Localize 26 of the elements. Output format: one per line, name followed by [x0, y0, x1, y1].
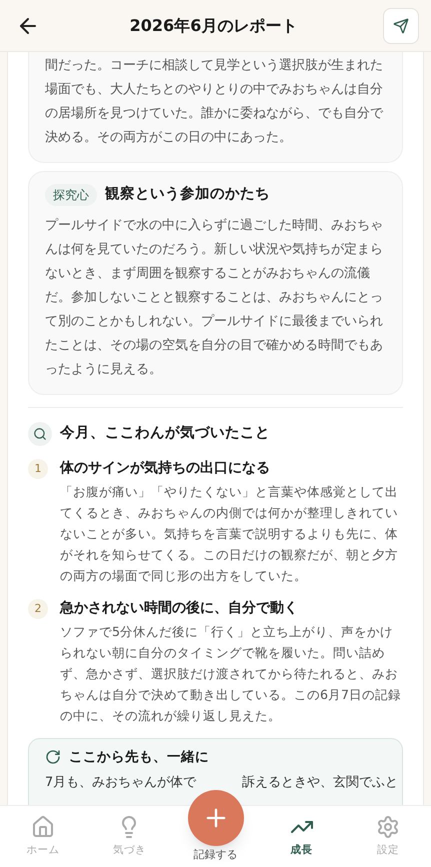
nav-label: 記録する [194, 847, 238, 863]
nav-tab[interactable]: 設定 [344, 806, 431, 867]
nav-tab[interactable]: 成長 [258, 806, 345, 867]
send-icon [392, 18, 409, 34]
refresh-icon [45, 749, 61, 766]
section-title: 今月、ここわんが気づいたこと [60, 424, 270, 444]
home-icon [31, 814, 56, 839]
finding-title: 体のサインが気持ちの出口になる [60, 459, 271, 478]
nav-tab[interactable]: ホーム [0, 806, 86, 867]
card-text: プールサイドで水の中に入らずに過ごした時間、みおちゃんは何を見ていたのだろう。新しい状況や気持ちが定まらないとき、まず周囲を観察することがみおちゃんの流儀だ。参加しないことと観察することは、みおちゃんにとって別のことかもしれない。プールサイドに最後までいられたことは、その場の空気を自分の目で確かめる時間でもあったように見える。 [45, 217, 384, 379]
number-badge: 1 [28, 459, 48, 479]
search-icon [28, 422, 52, 446]
finding-text: 「お腹が痛い」「やりたくない」と言葉や体感覚として出てくるとき、みおちゃんの内側では何かが整理しきれていないことが多い。気持ちを言葉で説明するよりも先に、体がそれを知らせてくる。この日だけの観察だが、朝と夕方の両方の場面で同じ形の出方をしていた。 [60, 483, 399, 585]
nav-tab[interactable]: 気づき [86, 806, 172, 867]
send-button[interactable] [382, 8, 419, 44]
finding-text: ソファで5分休んだ後に「行く」と立ち上がり、声をかけられない朝に自分のタイミングで靴を履いた。問い詰めず、急かさず、選択肢だけ渡されてから待たれると、みおちゃんは自分で決めて動き出している。この6月7日の記録の中に、その流れが繰り返し見えた。 [60, 623, 402, 725]
card-text: 7月も、みおちゃんが体で [45, 774, 196, 792]
settings-icon [376, 814, 400, 839]
finding-title: 急かされない時間の後に、自分で動く [60, 599, 299, 618]
intro-text: 間だった。コーチに相談して見学という選択肢が生まれた場面でも、大人たちとのやりとりの中でみおちゃんは自分の居場所を見つけていた。誰かに委ねながら、でも自分で決める。その両方がこの日の中にあった。 [45, 57, 384, 147]
card-title: 観察という参加のかたち [105, 184, 270, 204]
card-text: 訴えるときや、玄関でふと [242, 774, 398, 792]
number-badge: 2 [28, 599, 48, 619]
card-title: ここから先も、一緒に [69, 748, 209, 767]
category-tag: 探究心 [45, 184, 97, 206]
page-title: 2026年6月のレポート [130, 14, 298, 36]
